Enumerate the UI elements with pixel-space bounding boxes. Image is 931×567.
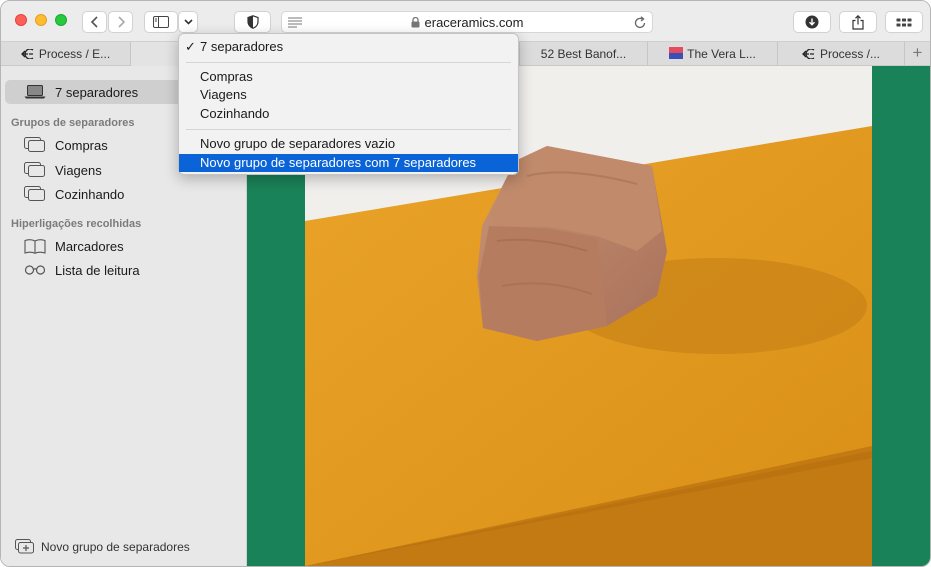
- address-text: eraceramics.com: [424, 15, 524, 30]
- vera-favicon-icon: [669, 43, 684, 66]
- new-tab-group-button[interactable]: Novo grupo de separadores: [15, 539, 190, 554]
- new-tab-group-label: Novo grupo de separadores: [41, 539, 190, 554]
- era-favicon-icon: [802, 43, 816, 66]
- downloads-button[interactable]: [793, 11, 831, 33]
- tab-process-1[interactable]: Process / E...: [1, 42, 131, 66]
- sidebar-item-label: Lista de leitura: [55, 262, 140, 278]
- sidebar-item-reading-list[interactable]: Lista de leitura: [23, 260, 140, 280]
- sidebar-item-label: Cozinhando: [55, 186, 125, 202]
- sidebar-item-compras[interactable]: Compras: [23, 135, 108, 155]
- menu-item-label: Cozinhando: [200, 106, 270, 121]
- menu-item-label: 7 separadores: [200, 39, 284, 54]
- grid-icon: [896, 18, 912, 26]
- menu-item-compras[interactable]: Compras: [179, 68, 518, 86]
- reload-icon[interactable]: [634, 16, 646, 29]
- tab-groups-menu: ✓ 7 separadores Compras Viagens Cozinhand…: [178, 33, 519, 175]
- laptop-icon: [23, 85, 47, 99]
- tab-label: 52 Best Banof...: [540, 47, 627, 61]
- tab-banoffee[interactable]: 52 Best Banof...: [520, 42, 648, 66]
- checkmark-icon: ✓: [185, 39, 196, 54]
- sidebar-item-bookmarks[interactable]: Marcadores: [23, 236, 124, 256]
- collections-heading: Hiperligações recolhidas: [11, 218, 142, 230]
- sidebar-item-viagens[interactable]: Viagens: [23, 160, 102, 180]
- tab-group-icon: [23, 137, 47, 153]
- tab-label: The Vera L...: [687, 47, 756, 61]
- tab-process-2[interactable]: Process /...: [778, 42, 905, 66]
- chevron-right-icon: [117, 16, 125, 28]
- add-tab-group-icon: [15, 539, 35, 554]
- tab-groups-dropdown-button[interactable]: [178, 11, 198, 33]
- sidebar-item-label: 7 separadores: [55, 84, 139, 100]
- share-icon: [852, 14, 864, 30]
- menu-item-current-tabs[interactable]: ✓ 7 separadores: [179, 38, 518, 56]
- menu-item-label: Novo grupo de separadores vazio: [200, 136, 396, 151]
- address-bar-field[interactable]: eraceramics.com: [282, 15, 652, 30]
- menu-separator: [186, 129, 511, 130]
- lock-icon: [411, 17, 420, 28]
- sidebar-item-label: Viagens: [55, 162, 102, 178]
- menu-item-viagens[interactable]: Viagens: [179, 86, 518, 104]
- menu-item-label: Compras: [200, 69, 253, 84]
- tab-group-icon: [23, 162, 47, 178]
- reading-glasses-icon: [23, 265, 47, 275]
- sidebar-toggle-button[interactable]: [144, 11, 178, 33]
- tab-label: Process /...: [819, 47, 881, 61]
- tab-label: Process / E...: [38, 47, 111, 61]
- menu-item-new-group-with-tabs[interactable]: Novo grupo de separadores com 7 separado…: [179, 154, 518, 172]
- tab-overview-button[interactable]: [885, 11, 923, 33]
- era-favicon-icon: [20, 43, 35, 66]
- sidebar-item-label: Compras: [55, 137, 108, 153]
- tab-group-icon: [23, 186, 47, 202]
- new-tab-button[interactable]: +: [905, 42, 930, 66]
- safari-window: eraceramics.com Process / E... 52 Best B…: [0, 0, 931, 567]
- fullscreen-window-button[interactable]: [55, 14, 67, 26]
- menu-separator: [186, 62, 511, 63]
- chevron-left-icon: [90, 16, 98, 28]
- chevron-down-icon: [183, 19, 193, 25]
- sidebar-item-label: Marcadores: [55, 238, 124, 254]
- book-icon: [23, 238, 47, 254]
- minimize-window-button[interactable]: [35, 14, 47, 26]
- menu-item-label: Novo grupo de separadores com 7 separado…: [200, 155, 477, 170]
- menu-item-label: Viagens: [200, 87, 247, 102]
- download-icon: [805, 15, 819, 29]
- sidebar-item-current-tabs[interactable]: 7 separadores: [23, 82, 138, 102]
- menu-item-new-empty-group[interactable]: Novo grupo de separadores vazio: [179, 135, 518, 153]
- shield-icon: [246, 15, 259, 29]
- address-bar[interactable]: eraceramics.com: [281, 11, 653, 33]
- close-window-button[interactable]: [15, 14, 27, 26]
- back-button[interactable]: [82, 11, 107, 33]
- share-button[interactable]: [839, 11, 877, 33]
- privacy-report-button[interactable]: [234, 11, 271, 33]
- sidebar-item-cozinhando[interactable]: Cozinhando: [23, 184, 124, 204]
- tab-vera[interactable]: The Vera L...: [648, 42, 778, 66]
- menu-item-cozinhando[interactable]: Cozinhando: [179, 105, 518, 123]
- sidebar-icon: [153, 16, 169, 28]
- tab-groups-heading: Grupos de separadores: [11, 117, 135, 129]
- forward-button[interactable]: [108, 11, 133, 33]
